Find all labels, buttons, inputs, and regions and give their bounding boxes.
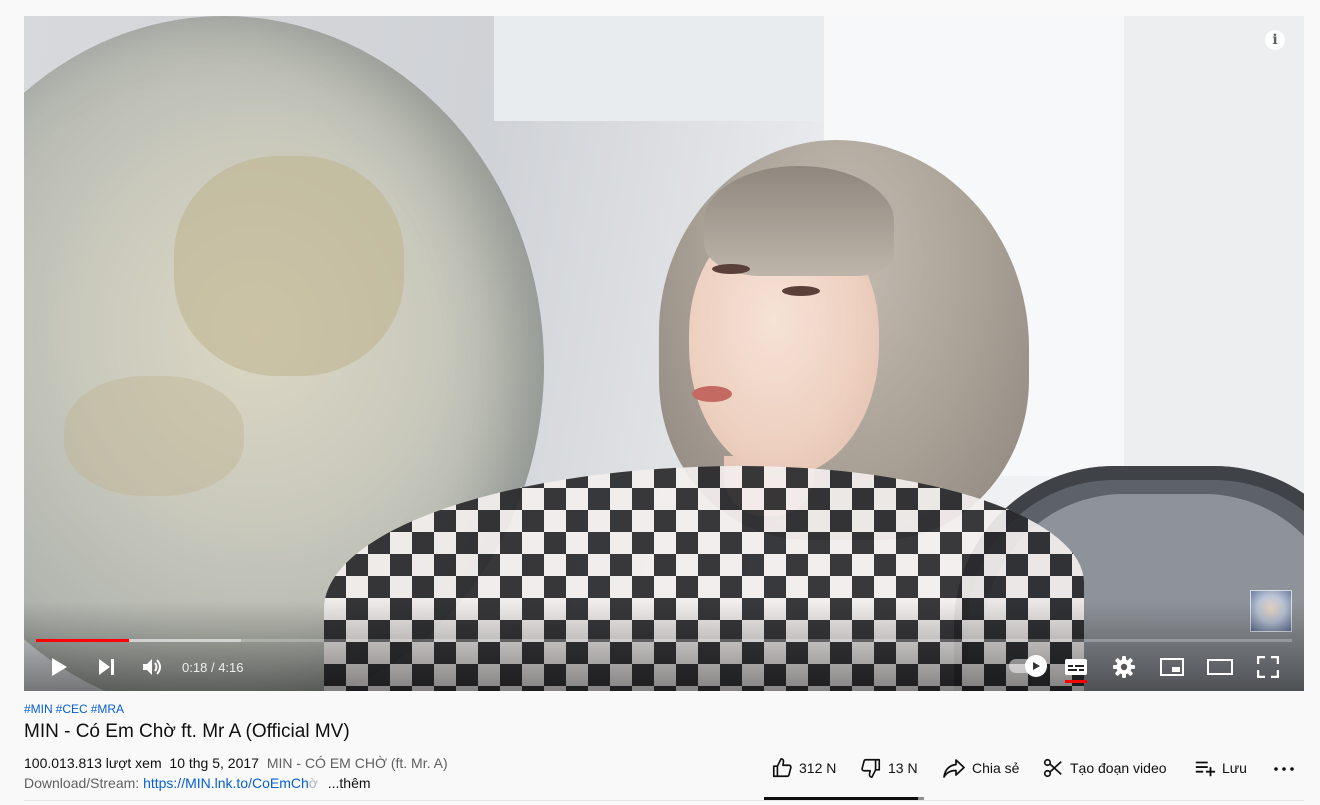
divider	[24, 800, 1304, 801]
view-count: 100.013.813 lượt xem	[24, 755, 162, 771]
thumbs-up-icon	[772, 758, 792, 778]
share-label: Chia sẻ	[972, 760, 1020, 776]
video-frame-bangs	[704, 166, 894, 276]
hashtag-link[interactable]: #MIN	[24, 702, 53, 716]
next-icon	[99, 659, 114, 675]
save-label: Lưu	[1222, 760, 1247, 776]
subtitles-button[interactable]	[1061, 652, 1091, 682]
fullscreen-icon	[1257, 656, 1279, 678]
video-meta[interactable]: 100.013.813 lượt xem 10 thg 5, 2017 MIN …	[24, 755, 448, 771]
video-frame-window	[1124, 16, 1304, 536]
theater-button[interactable]	[1205, 652, 1235, 682]
hashtags: #MIN #CEC #MRA	[24, 702, 127, 716]
settings-icon	[1113, 656, 1135, 678]
dislike-button[interactable]: 13 N	[860, 754, 918, 782]
dislike-count: 13 N	[888, 760, 918, 776]
time-separator: /	[210, 659, 215, 675]
progress-bar[interactable]	[36, 639, 1292, 642]
description-snippet[interactable]: Download/Stream: https://MIN.lnk.to/CoEm…	[24, 775, 371, 791]
volume-icon	[143, 659, 161, 675]
hashtag-link[interactable]: #MRA	[91, 702, 124, 716]
video-frame-lips	[692, 386, 732, 402]
play-icon	[52, 658, 67, 676]
autoplay-play-icon	[1033, 662, 1040, 670]
download-link[interactable]: https://MIN.lnk.to/CoEmCh	[143, 775, 309, 791]
hashtag-link[interactable]: #CEC	[56, 702, 88, 716]
description-preview: MIN - CÓ EM CHỜ (ft. Mr. A)	[266, 755, 448, 771]
playlist-add-icon	[1195, 761, 1216, 777]
more-horiz-icon	[1274, 767, 1294, 771]
played-bar	[36, 639, 129, 642]
subtitles-icon	[1065, 659, 1087, 675]
subtitles-active-indicator	[1065, 680, 1087, 683]
like-button[interactable]: 312 N	[771, 754, 836, 782]
upload-date: 10 thg 5, 2017	[169, 755, 259, 771]
miniplayer-button[interactable]	[1157, 652, 1187, 682]
video-frame-eye	[782, 286, 820, 296]
video-frame-globe-land	[174, 156, 404, 376]
info-icon[interactable]: i	[1265, 30, 1285, 50]
more-actions-button[interactable]	[1272, 754, 1296, 782]
scissors-icon	[1043, 758, 1062, 778]
more-button[interactable]: ...thêm	[328, 775, 371, 791]
autoplay-knob	[1025, 655, 1047, 677]
settings-button[interactable]	[1109, 652, 1139, 682]
like-count: 312 N	[799, 760, 837, 776]
video-player[interactable]: i 0:18 / 4:16	[24, 16, 1304, 691]
current-time: 0:18	[182, 659, 208, 675]
next-button[interactable]	[92, 652, 122, 682]
save-button[interactable]: Lưu	[1194, 754, 1247, 782]
share-button[interactable]: Chia sẻ	[942, 754, 1019, 782]
download-prefix: Download/Stream:	[24, 775, 140, 791]
duration: 4:16	[218, 659, 244, 675]
video-frame-globe-land	[64, 376, 244, 496]
thumbs-down-icon	[861, 758, 881, 778]
volume-button[interactable]	[138, 652, 168, 682]
autoplay-toggle[interactable]	[1009, 655, 1047, 677]
miniplayer-icon	[1160, 658, 1184, 676]
theater-icon	[1207, 659, 1233, 675]
video-frame-eye	[712, 264, 750, 274]
clip-label: Tạo đoạn video	[1070, 760, 1167, 776]
download-link-fade: ờ	[308, 775, 318, 791]
video-title: MIN - Có Em Chờ ft. Mr A (Official MV)	[24, 721, 350, 742]
fullscreen-button[interactable]	[1253, 652, 1283, 682]
clip-button[interactable]: Tạo đoạn video	[1042, 754, 1167, 782]
share-icon	[943, 759, 965, 778]
video-frame-window	[494, 16, 824, 121]
time-display: 0:18 / 4:16	[182, 652, 244, 682]
play-button[interactable]	[44, 652, 74, 682]
